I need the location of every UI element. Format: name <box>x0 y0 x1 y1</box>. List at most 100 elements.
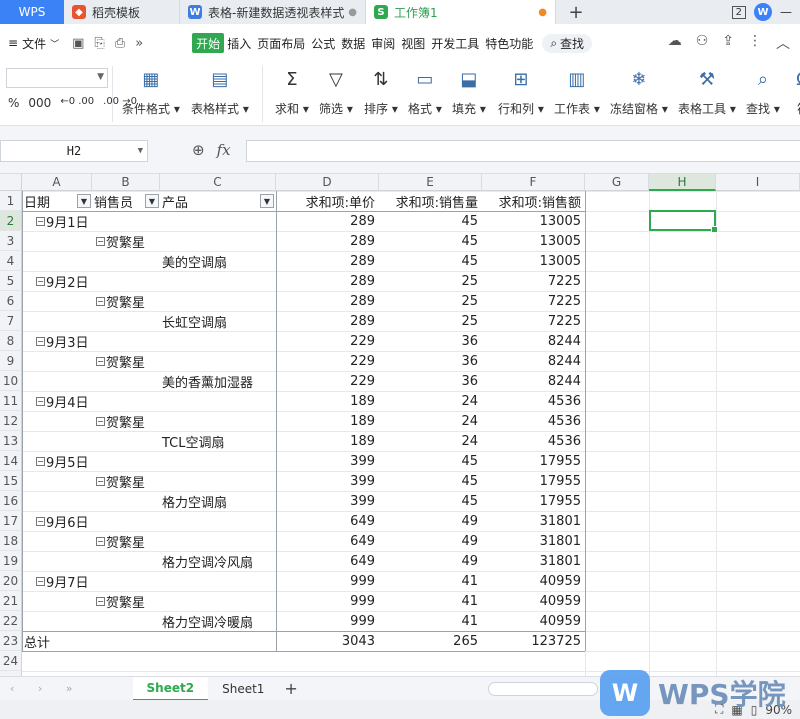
file-menu[interactable]: ≡ 文件 ﹀ <box>0 35 67 52</box>
spreadsheet-grid[interactable]: A B C D E F G H I 1 2 3 4 5 6 7 8 9 10 11 12 13 14 15 16 17 18 19 20… <box>0 174 800 676</box>
row-header-18[interactable]: 18 <box>0 531 22 551</box>
formula-input[interactable] <box>246 140 800 162</box>
row-header-20[interactable]: 20 <box>0 571 22 591</box>
row-header-3[interactable]: 3 <box>0 231 22 251</box>
menu-special[interactable]: 特色功能 <box>482 33 536 53</box>
row-header-16[interactable]: 16 <box>0 491 22 511</box>
sheet-tab-sheet1[interactable]: Sheet1 <box>208 677 278 701</box>
column-header-i[interactable]: I <box>716 174 800 191</box>
collapse-icon[interactable]: − <box>96 296 105 306</box>
row-header-7[interactable]: 7 <box>0 311 22 331</box>
tab-daoke-templates[interactable]: ◆ 稻壳模板 <box>64 0 180 24</box>
column-header-b[interactable]: B <box>92 174 160 191</box>
new-tab-button[interactable]: + <box>556 0 596 24</box>
row-header-8[interactable]: 8 <box>0 331 22 351</box>
tab-document[interactable]: W 表格-新建数据透视表样式 ● <box>180 0 366 24</box>
export-icon[interactable]: ⎘ <box>94 36 104 51</box>
column-header-c[interactable]: C <box>160 174 276 191</box>
select-all-corner[interactable] <box>0 174 22 191</box>
row-header-23[interactable]: 23 <box>0 631 22 651</box>
menu-insert[interactable]: 插入 <box>224 33 254 53</box>
share-user-icon[interactable]: ⚇ <box>696 33 709 53</box>
column-header-g[interactable]: G <box>585 174 649 191</box>
increase-decimal-button[interactable]: ←0 .00 <box>60 96 94 110</box>
row-header-5[interactable]: 5 <box>0 271 22 291</box>
menu-search-button[interactable]: ⌕ 查找 <box>542 33 593 53</box>
sort-button[interactable]: ⇅ 排序 ▾ <box>364 66 398 117</box>
row-header-21[interactable]: 21 <box>0 591 22 611</box>
collapse-ribbon-icon[interactable]: ︿ <box>776 33 790 53</box>
column-header-d[interactable]: D <box>276 174 379 191</box>
unsaved-dot-icon[interactable]: ● <box>538 7 547 18</box>
collapse-icon[interactable]: − <box>36 336 45 346</box>
horizontal-scrollbar[interactable] <box>488 682 598 696</box>
symbol-button[interactable]: Ω 符 <box>790 66 800 117</box>
menu-view[interactable]: 视图 <box>398 33 428 53</box>
tab-close-icon[interactable]: ● <box>348 7 357 18</box>
thousands-format-button[interactable]: 000 <box>28 96 51 110</box>
collapse-icon[interactable]: − <box>96 236 105 246</box>
collapse-icon[interactable]: − <box>96 536 105 546</box>
row-header-11[interactable]: 11 <box>0 391 22 411</box>
filter-button[interactable]: ▽ 筛选 ▾ <box>319 66 353 117</box>
collapse-icon[interactable]: − <box>36 576 45 586</box>
name-box[interactable]: H2 ▼ <box>0 140 148 162</box>
collapse-icon[interactable]: − <box>36 516 45 526</box>
table-tools-button[interactable]: ⚒ 表格工具 ▾ <box>678 66 736 117</box>
print-icon[interactable]: ⎙ <box>115 36 125 51</box>
sheet-nav-arrows[interactable]: ‹ › » <box>10 682 83 695</box>
selected-cell-h2[interactable] <box>649 210 718 233</box>
filter-dropdown-salesperson[interactable]: ▼ <box>145 194 159 208</box>
menu-developer[interactable]: 开发工具 <box>428 33 482 53</box>
collapse-icon[interactable]: − <box>96 596 105 606</box>
add-sheet-button[interactable]: + <box>284 679 297 698</box>
column-header-a[interactable]: A <box>22 174 92 191</box>
worksheet-button[interactable]: ▥ 工作表 ▾ <box>554 66 600 117</box>
wps-account-icon[interactable]: W <box>754 3 772 21</box>
format-button[interactable]: ▭ 格式 ▾ <box>408 66 442 117</box>
row-header-1[interactable]: 1 <box>0 191 22 211</box>
row-header-10[interactable]: 10 <box>0 371 22 391</box>
fx-icon[interactable]: fx <box>217 141 231 159</box>
percent-format-button[interactable]: % <box>8 96 19 110</box>
zoom-formula-icon[interactable]: ⊕ <box>192 141 205 159</box>
row-header-4[interactable]: 4 <box>0 251 22 271</box>
row-header-14[interactable]: 14 <box>0 451 22 471</box>
collapse-icon[interactable]: − <box>96 476 105 486</box>
find-button[interactable]: ⌕ 查找 ▾ <box>746 66 780 117</box>
row-header-24[interactable]: 24 <box>0 651 22 671</box>
filter-dropdown-date[interactable]: ▼ <box>77 194 91 208</box>
collapse-icon[interactable]: − <box>96 416 105 426</box>
save-icon[interactable]: ▣ <box>72 36 84 51</box>
sum-button[interactable]: Σ 求和 ▾ <box>275 66 309 117</box>
menu-page-layout[interactable]: 页面布局 <box>254 33 308 53</box>
fill-button[interactable]: ⬓ 填充 ▾ <box>452 66 486 117</box>
row-header-19[interactable]: 19 <box>0 551 22 571</box>
collapse-icon[interactable]: − <box>36 396 45 406</box>
row-header-13[interactable]: 13 <box>0 431 22 451</box>
window-count-badge[interactable]: 2 <box>731 5 746 19</box>
collapse-icon[interactable]: − <box>36 456 45 466</box>
sheet-tab-sheet2[interactable]: Sheet2 <box>132 676 209 701</box>
row-header-22[interactable]: 22 <box>0 611 22 631</box>
font-size-select[interactable]: ▼ <box>6 68 108 88</box>
row-header-15[interactable]: 15 <box>0 471 22 491</box>
menu-home[interactable]: 开始 <box>192 33 225 53</box>
tab-wps-home[interactable]: WPS <box>0 0 64 24</box>
menu-data[interactable]: 数据 <box>338 33 368 53</box>
cloud-icon[interactable]: ☁ <box>668 33 682 53</box>
collapse-icon[interactable]: − <box>96 356 105 366</box>
menu-review[interactable]: 审阅 <box>368 33 398 53</box>
tab-workbook[interactable]: S 工作簿1 ● <box>366 0 556 24</box>
row-header-6[interactable]: 6 <box>0 291 22 311</box>
collapse-icon[interactable]: − <box>36 216 45 226</box>
more-options-icon[interactable]: ⋮ <box>748 33 762 53</box>
filter-dropdown-product[interactable]: ▼ <box>260 194 274 208</box>
column-header-e[interactable]: E <box>379 174 482 191</box>
column-header-h[interactable]: H <box>649 174 716 191</box>
row-header-9[interactable]: 9 <box>0 351 22 371</box>
table-style-button[interactable]: ▤ 表格样式 ▾ <box>191 66 249 117</box>
minimize-icon[interactable]: — <box>780 5 792 19</box>
menu-formula[interactable]: 公式 <box>308 33 338 53</box>
more-icon[interactable]: » <box>135 36 143 51</box>
